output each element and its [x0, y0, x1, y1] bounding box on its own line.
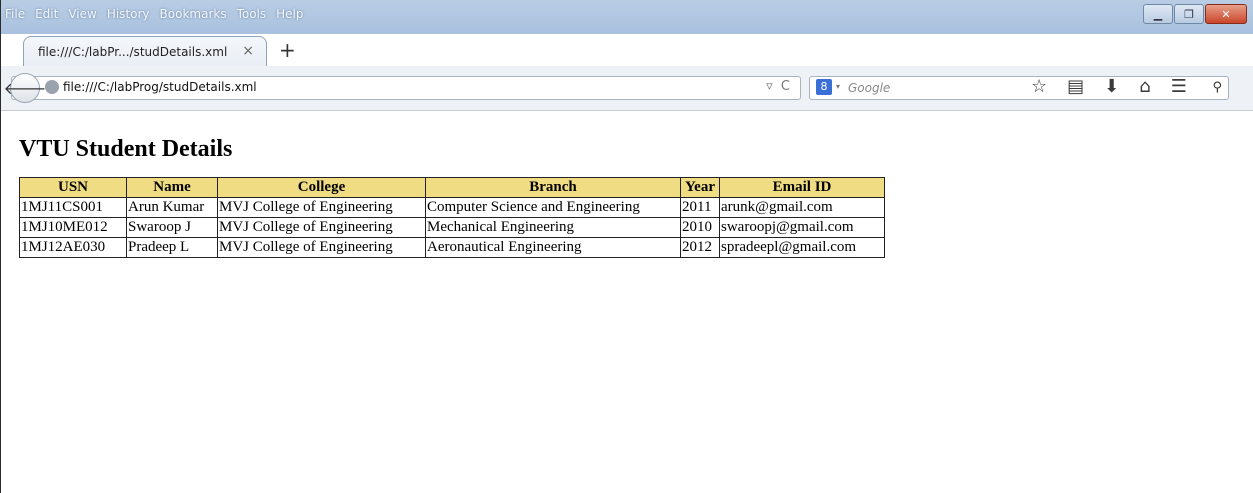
cell-year: 2010 — [680, 217, 720, 238]
menu-help[interactable]: Help — [276, 7, 303, 21]
browser-window: File Edit View History Bookmarks Tools H… — [0, 0, 1253, 493]
menu-view[interactable]: View — [68, 7, 96, 21]
reload-icon[interactable]: ▿ C — [766, 79, 790, 94]
cell-college: MVJ College of Engineering — [217, 197, 426, 218]
close-icon: ✕ — [1221, 7, 1231, 21]
page-content: VTU Student Details USN Name College Bra… — [19, 136, 885, 258]
search-icon[interactable]: ⚲ — [1212, 80, 1222, 95]
window-controls: ▁ ❐ ✕ — [1143, 4, 1247, 24]
bookmark-star-icon[interactable]: ☆ — [1031, 76, 1047, 97]
new-tab-button[interactable]: + — [279, 38, 296, 62]
maximize-button[interactable]: ❐ — [1174, 4, 1204, 24]
home-icon[interactable]: ⌂ — [1139, 76, 1150, 97]
cell-college: MVJ College of Engineering — [217, 237, 426, 258]
google-engine-icon[interactable]: 8 — [816, 79, 832, 95]
cell-usn: 1MJ11CS001 — [19, 197, 127, 218]
cell-branch: Computer Science and Engineering — [425, 197, 681, 218]
cell-usn: 1MJ10ME012 — [19, 217, 127, 238]
cell-name: Swaroop J — [126, 217, 218, 238]
cell-name: Pradeep L — [126, 237, 218, 258]
tab-close-icon[interactable]: × — [242, 43, 254, 59]
table-row: 1MJ10ME012 Swaroop J MVJ College of Engi… — [19, 217, 885, 238]
cell-year: 2011 — [680, 197, 720, 218]
col-year: Year — [680, 177, 720, 198]
col-usn: USN — [19, 177, 127, 198]
table-row: 1MJ11CS001 Arun Kumar MVJ College of Eng… — [19, 197, 885, 218]
cell-name: Arun Kumar — [126, 197, 218, 218]
menu-bar: File Edit View History Bookmarks Tools H… — [1, 0, 1253, 34]
menu-edit[interactable]: Edit — [35, 7, 58, 21]
menu-hamburger-icon[interactable]: ☰ — [1171, 76, 1187, 97]
tab-label: file:///C:/labPr.../studDetails.xml — [38, 45, 228, 59]
cell-branch: Mechanical Engineering — [425, 217, 681, 238]
menu-file[interactable]: File — [5, 7, 25, 21]
menu-bookmarks[interactable]: Bookmarks — [160, 7, 227, 21]
menu-tools[interactable]: Tools — [237, 7, 267, 21]
back-arrow-icon: 🡐 — [3, 79, 47, 98]
engine-dropdown-icon[interactable]: ▾ — [836, 82, 840, 91]
table-row: 1MJ12AE030 Pradeep L MVJ College of Engi… — [19, 237, 885, 258]
col-branch: Branch — [425, 177, 681, 198]
col-email: Email ID — [719, 177, 885, 198]
cell-branch: Aeronautical Engineering — [425, 237, 681, 258]
student-table: USN Name College Branch Year Email ID 1M… — [19, 177, 885, 258]
restore-icon: ❐ — [1184, 7, 1194, 21]
page-title: VTU Student Details — [19, 136, 233, 162]
back-button[interactable]: 🡐 — [4, 73, 46, 103]
reading-list-icon[interactable]: ▤ — [1067, 76, 1084, 97]
minimize-button[interactable]: ▁ — [1143, 4, 1173, 24]
menu-history[interactable]: History — [107, 7, 150, 21]
minimize-icon: ▁ — [1153, 7, 1163, 21]
cell-year: 2012 — [680, 237, 720, 258]
cell-email: swaroopj@gmail.com — [719, 217, 885, 238]
url-text[interactable]: file:///C:/labProg/studDetails.xml — [63, 80, 257, 94]
cell-college: MVJ College of Engineering — [217, 217, 426, 238]
col-name: Name — [126, 177, 218, 198]
table-header-row: USN Name College Branch Year Email ID — [19, 177, 885, 198]
close-window-button[interactable]: ✕ — [1205, 4, 1247, 24]
cell-email: spradeepl@gmail.com — [719, 237, 885, 258]
cell-email: arunk@gmail.com — [719, 197, 885, 218]
menu: File Edit View History Bookmarks Tools H… — [5, 7, 314, 21]
site-identity-icon[interactable] — [45, 80, 59, 94]
address-bar[interactable]: 🡐 file:///C:/labProg/studDetails.xml ▿ C — [4, 73, 801, 103]
browser-tab[interactable]: file:///C:/labPr.../studDetails.xml × — [23, 36, 267, 66]
col-college: College — [217, 177, 426, 198]
toolbar-icons: ☆ ▤ ⬇ ⌂ ☰ — [1031, 76, 1187, 97]
cell-usn: 1MJ12AE030 — [19, 237, 127, 258]
downloads-icon[interactable]: ⬇ — [1104, 76, 1119, 97]
search-placeholder: Google — [848, 81, 891, 95]
